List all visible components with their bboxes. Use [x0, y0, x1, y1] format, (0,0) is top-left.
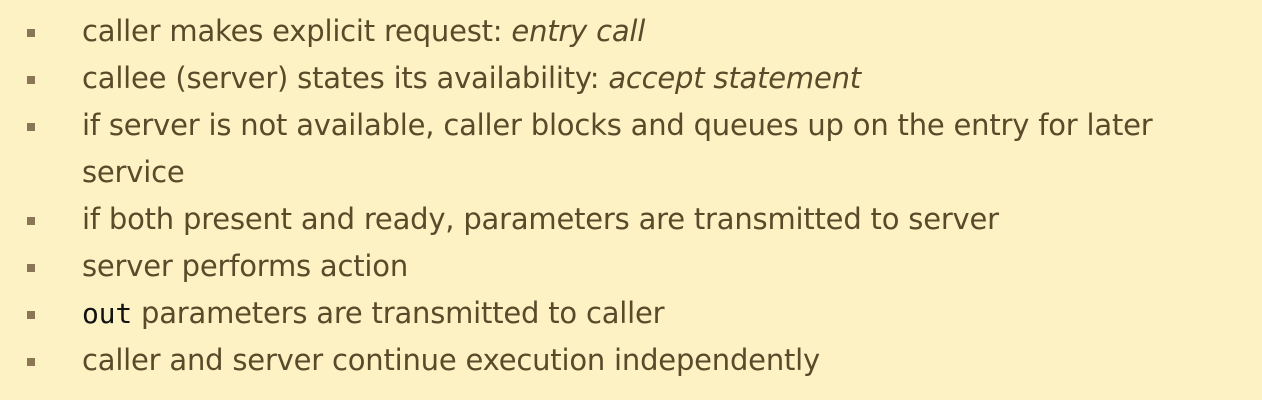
list-item: if server is not available, caller block…	[0, 102, 1262, 196]
bullet-text: if server is not available, caller block…	[82, 108, 1153, 189]
slide: caller makes explicit request: entry cal…	[0, 0, 1262, 400]
bullet-emphasis: entry call	[511, 14, 646, 48]
list-item: caller and server continue execution ind…	[0, 337, 1262, 384]
list-item: out parameters are transmitted to caller	[0, 290, 1262, 337]
bullet-square-icon	[27, 217, 35, 225]
bullet-square-icon	[27, 311, 35, 319]
list-item: if both present and ready, parameters ar…	[0, 196, 1262, 243]
bullet-text: server performs action	[82, 249, 408, 283]
bullet-square-icon	[27, 76, 35, 84]
bullet-square-icon	[27, 29, 35, 37]
list-item: server performs action	[0, 243, 1262, 290]
bullet-square-icon	[27, 358, 35, 366]
bullet-text: caller makes explicit request:	[82, 14, 503, 48]
bullet-text: if both present and ready, parameters ar…	[82, 202, 999, 236]
bullet-square-icon	[27, 264, 35, 272]
bullet-emphasis: accept statement	[608, 61, 861, 95]
bullet-text: callee (server) states its availability:	[82, 61, 600, 95]
list-item: callee (server) states its availability:…	[0, 55, 1262, 102]
code-keyword: out	[82, 297, 132, 330]
bullet-text: parameters are transmitted to caller	[141, 296, 665, 330]
bullet-text: caller and server continue execution ind…	[82, 343, 820, 377]
bullet-list: caller makes explicit request: entry cal…	[0, 8, 1262, 384]
bullet-square-icon	[27, 123, 35, 131]
list-item: caller makes explicit request: entry cal…	[0, 8, 1262, 55]
